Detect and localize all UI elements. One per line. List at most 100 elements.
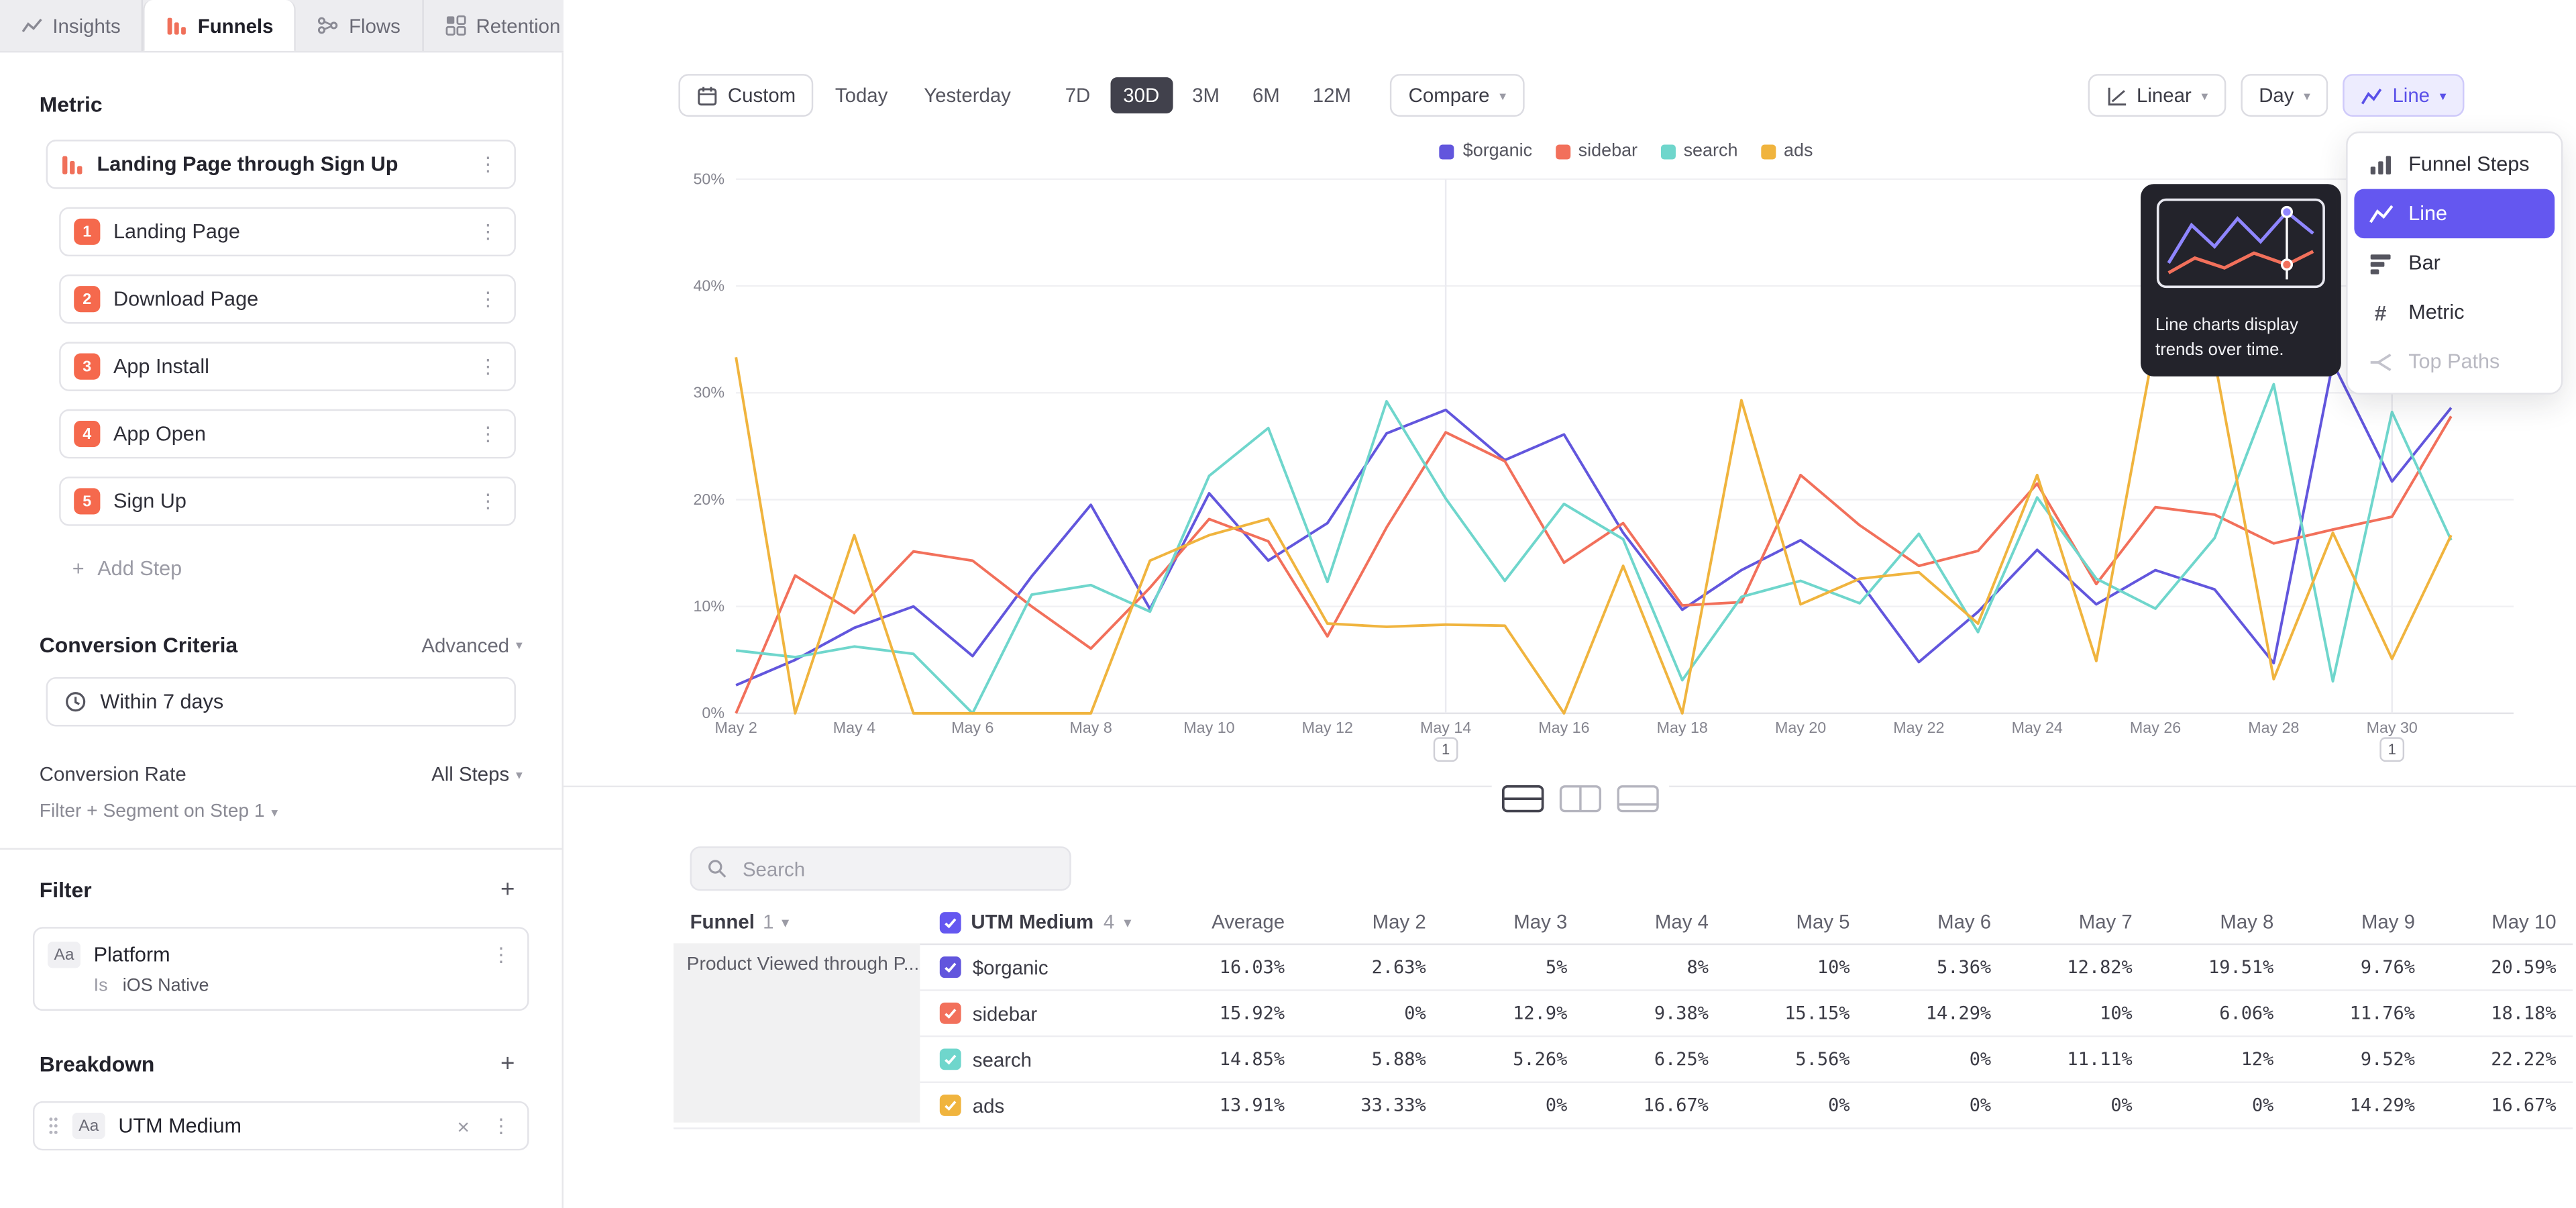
funnel-step-1[interactable]: 1 Landing Page ⋮ <box>59 207 516 256</box>
svg-text:10%: 10% <box>693 597 724 615</box>
chart-type-menu: Funnel Steps Line Bar # Metric Top Paths <box>2346 132 2563 395</box>
chart-type-dropdown[interactable]: Line ▾ <box>2343 74 2464 117</box>
series-row-toggle[interactable]: search <box>920 1048 1150 1070</box>
cell-value: 16.67% <box>2431 1095 2573 1116</box>
kebab-menu-icon[interactable]: ⋮ <box>475 355 501 378</box>
tab-flows[interactable]: Flows <box>297 0 423 51</box>
filter-value[interactable]: iOS Native <box>123 976 209 996</box>
range-3m-button[interactable]: 3M <box>1179 77 1233 113</box>
tab-funnels[interactable]: Funnels <box>144 0 297 51</box>
kebab-menu-icon[interactable]: ⋮ <box>475 220 501 243</box>
kebab-menu-icon[interactable]: ⋮ <box>475 422 501 445</box>
kebab-menu-icon[interactable]: ⋮ <box>475 153 501 176</box>
cell-value: 0% <box>2008 1095 2149 1116</box>
range-7d-button[interactable]: 7D <box>1052 77 1104 113</box>
custom-date-button[interactable]: Custom <box>678 74 814 117</box>
series-name: $organic <box>973 956 1049 978</box>
series-line-ads[interactable] <box>736 340 2451 713</box>
chevron-down-icon: ▾ <box>1499 88 1506 103</box>
layout-split-vertical-icon[interactable] <box>1559 784 1602 813</box>
svg-text:May 12: May 12 <box>1302 719 1353 736</box>
add-filter-button[interactable]: + <box>493 876 523 904</box>
series-row-toggle[interactable]: $organic <box>920 956 1150 978</box>
report-main: Custom Today Yesterday 7D 30D 3M 6M 12M … <box>564 0 2576 1208</box>
average-value: 13.91% <box>1150 1095 1301 1116</box>
chevron-down-icon: ▾ <box>782 915 789 929</box>
svg-text:1: 1 <box>2388 741 2396 758</box>
remove-breakdown-icon[interactable]: × <box>451 1113 474 1138</box>
line-chart-tooltip: Line charts display trends over time. <box>2141 184 2341 376</box>
all-steps-dropdown[interactable]: All Steps ▾ <box>431 762 523 785</box>
funnel-metric-card[interactable]: Landing Page through Sign Up ⋮ <box>46 140 516 189</box>
kebab-menu-icon[interactable]: ⋮ <box>475 288 501 311</box>
menu-item-funnel-steps[interactable]: Funnel Steps <box>2354 140 2555 189</box>
compare-button[interactable]: Compare ▾ <box>1391 74 1524 117</box>
funnel-step-2[interactable]: 2 Download Page ⋮ <box>59 274 516 323</box>
menu-item-line[interactable]: Line <box>2354 189 2555 238</box>
day-granularity-dropdown[interactable]: Day ▾ <box>2241 74 2328 117</box>
kebab-menu-icon[interactable]: ⋮ <box>488 944 514 966</box>
series-row-toggle[interactable]: ads <box>920 1094 1150 1117</box>
linear-scale-dropdown[interactable]: Linear ▾ <box>2088 74 2226 117</box>
cell-value: 8% <box>1584 956 1725 978</box>
menu-item-bar[interactable]: Bar <box>2354 238 2555 287</box>
filter-segment-toggle[interactable]: Filter + Segment on Step 1 ▾ <box>40 802 523 821</box>
range-6m-button[interactable]: 6M <box>1239 77 1293 113</box>
table-row: ads13.91%33.33%0%16.67%0%0%0%0%14.29%16.… <box>674 1083 2573 1129</box>
yesterday-button[interactable]: Yesterday <box>909 74 1026 117</box>
day-label: Day <box>2259 84 2294 107</box>
filter-segment-label: Filter + Segment on Step 1 <box>40 802 265 821</box>
kebab-menu-icon[interactable]: ⋮ <box>488 1114 514 1137</box>
table-row: search14.85%5.88%5.26%6.25%5.56%0%11.11%… <box>674 1037 2573 1083</box>
tab-label: Flows <box>349 14 400 37</box>
compare-label: Compare <box>1409 84 1490 107</box>
chart-toolbar: Custom Today Yesterday 7D 30D 3M 6M 12M … <box>678 74 2464 117</box>
svg-text:1: 1 <box>1442 741 1450 758</box>
layout-chart-only-icon[interactable] <box>1617 784 1660 813</box>
step-label: Landing Page <box>113 220 462 243</box>
cell-value: 0% <box>2149 1095 2290 1116</box>
advanced-dropdown[interactable]: Advanced ▾ <box>421 634 522 656</box>
funnel-step-3[interactable]: 3 App Install ⋮ <box>59 342 516 391</box>
tab-insights[interactable]: Insights <box>0 0 144 51</box>
tab-retention[interactable]: Retention <box>423 0 583 51</box>
funnel-step-4[interactable]: 4 App Open ⋮ <box>59 409 516 458</box>
breakdown-utm-card[interactable]: Aa UTM Medium × ⋮ <box>33 1101 529 1150</box>
filter-platform-card[interactable]: Aa Platform ⋮ Is iOS Native <box>33 927 529 1011</box>
average-value: 15.92% <box>1150 1003 1301 1024</box>
search-input[interactable] <box>739 856 1055 882</box>
range-12m-button[interactable]: 12M <box>1299 77 1364 113</box>
series-checkbox[interactable] <box>940 1003 961 1024</box>
funnel-group-cell[interactable]: Product Viewed through P... <box>674 944 920 1123</box>
series-checkbox[interactable] <box>940 1048 961 1070</box>
add-breakdown-button[interactable]: + <box>493 1050 523 1078</box>
menu-item-metric[interactable]: # Metric <box>2354 288 2555 337</box>
table-funnel-header[interactable]: Funnel 1 ▾ <box>674 911 920 934</box>
today-button[interactable]: Today <box>820 74 903 117</box>
svg-text:20%: 20% <box>693 491 724 508</box>
range-30d-button[interactable]: 30D <box>1110 77 1173 113</box>
layout-split-horizontal-icon[interactable] <box>1501 784 1544 813</box>
funnel-count: 1 <box>763 911 773 934</box>
step-label: Sign Up <box>113 490 462 513</box>
table-search[interactable] <box>690 846 1071 891</box>
series-checkbox[interactable] <box>940 1095 961 1116</box>
svg-text:May 26: May 26 <box>2130 719 2181 736</box>
series-checkbox[interactable] <box>940 956 961 978</box>
series-line-search[interactable] <box>736 385 2451 713</box>
table-body: $organic16.03%2.63%5%8%10%5.36%12.82%19.… <box>674 945 2573 1129</box>
cell-value: 9.38% <box>1584 1003 1725 1024</box>
breakdown-table: Funnel 1 ▾ UTM Medium 4 ▾ Average May 2M… <box>674 901 2573 1129</box>
table-breakdown-header[interactable]: UTM Medium 4 ▾ <box>920 911 1150 934</box>
filter-operator[interactable]: Is <box>94 976 108 996</box>
cell-value: 0% <box>1725 1095 1866 1116</box>
drag-handle-icon[interactable] <box>48 1116 59 1136</box>
conversion-window-row[interactable]: Within 7 days <box>46 677 516 726</box>
svg-text:May 4: May 4 <box>833 719 875 736</box>
svg-text:May 18: May 18 <box>1657 719 1708 736</box>
checkbox-checked-icon[interactable] <box>940 911 961 933</box>
add-step-button[interactable]: + Add Step <box>59 544 516 593</box>
series-row-toggle[interactable]: sidebar <box>920 1002 1150 1025</box>
funnel-step-5[interactable]: 5 Sign Up ⋮ <box>59 476 516 525</box>
kebab-menu-icon[interactable]: ⋮ <box>475 490 501 513</box>
